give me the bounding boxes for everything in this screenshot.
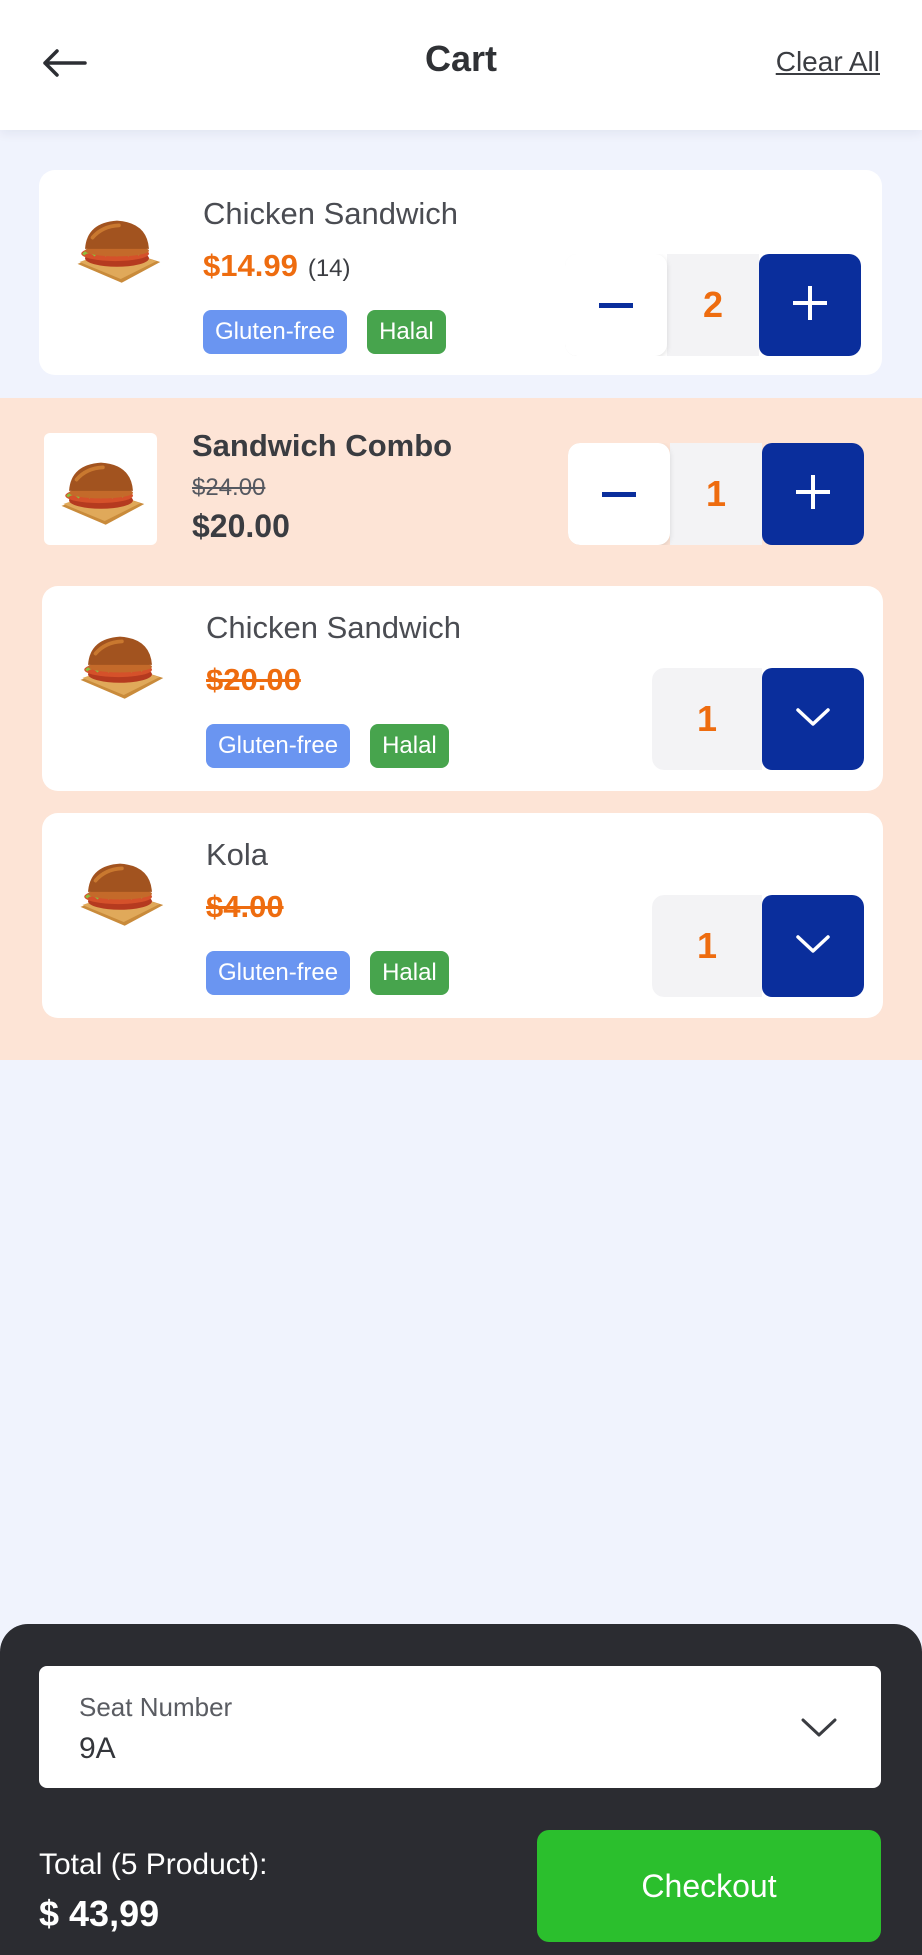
quantity-value: 2 (667, 254, 759, 356)
combo-image (44, 433, 157, 545)
combo-item-card: Chicken Sandwich $20.00 Gluten-free Hala… (42, 586, 883, 791)
halal-badge: Halal (370, 724, 449, 768)
quantity-value: 1 (652, 895, 762, 997)
cart-item-card: Chicken Sandwich $14.99 (14) Gluten-free … (39, 170, 882, 375)
quantity-selector: 1 (652, 895, 864, 997)
review-count: (14) (307, 255, 351, 282)
product-image (70, 845, 170, 935)
checkout-button[interactable]: Checkout (537, 1830, 881, 1942)
increment-button[interactable] (759, 254, 861, 356)
chevron-down-icon (797, 1706, 841, 1750)
price-value: $14.99 (203, 248, 298, 283)
expand-button[interactable] (762, 668, 864, 770)
expand-button[interactable] (762, 895, 864, 997)
chevron-down-icon (796, 934, 830, 959)
seat-number-label: Seat Number (79, 1692, 233, 1722)
combo-group: Sandwich Combo $24.00 $20.00 1 Chicken S… (0, 398, 922, 1060)
minus-icon (599, 296, 633, 314)
seat-number-select[interactable]: Seat Number 9A (39, 1666, 881, 1788)
product-price: $14.99 (14) (203, 248, 351, 284)
product-name: Chicken Sandwich (203, 196, 459, 231)
product-price: $4.00 (206, 889, 284, 924)
product-image (67, 202, 167, 292)
arrow-left-icon (41, 48, 87, 83)
badge-list: Gluten-free Halal (206, 724, 449, 768)
minus-icon (602, 485, 636, 503)
gluten-free-badge: Gluten-free (206, 951, 351, 995)
combo-price: $20.00 (192, 508, 290, 544)
seat-number-value: 9A (79, 1732, 116, 1765)
halal-badge: Halal (367, 310, 446, 354)
product-image (70, 618, 170, 708)
product-name: Kola (206, 837, 269, 872)
quantity-selector: 1 (652, 668, 864, 770)
plus-icon (793, 285, 827, 325)
total-label: Total (5 Product): (39, 1848, 268, 1881)
halal-badge: Halal (370, 951, 449, 995)
decrement-button[interactable] (565, 254, 667, 356)
product-price: $20.00 (206, 662, 301, 697)
combo-name: Sandwich Combo (192, 428, 453, 463)
product-name: Chicken Sandwich (206, 610, 462, 645)
combo-old-price: $24.00 (192, 474, 266, 501)
chevron-down-icon (796, 707, 830, 732)
clear-all-link[interactable]: Clear All (776, 46, 880, 78)
quantity-value: 1 (670, 443, 762, 545)
decrement-button[interactable] (568, 443, 670, 545)
total-value: $ 43,99 (39, 1893, 160, 1934)
increment-button[interactable] (762, 443, 864, 545)
badge-list: Gluten-free Halal (203, 310, 446, 354)
back-button[interactable] (34, 40, 94, 90)
combo-quantity-stepper: 1 (568, 443, 864, 545)
quantity-value: 1 (652, 668, 762, 770)
plus-icon (796, 474, 830, 514)
gluten-free-badge: Gluten-free (203, 310, 348, 354)
quantity-stepper: 2 (565, 254, 861, 356)
badge-list: Gluten-free Halal (206, 951, 449, 995)
combo-item-card: Kola $4.00 Gluten-free Halal 1 (42, 813, 883, 1018)
gluten-free-badge: Gluten-free (206, 724, 351, 768)
